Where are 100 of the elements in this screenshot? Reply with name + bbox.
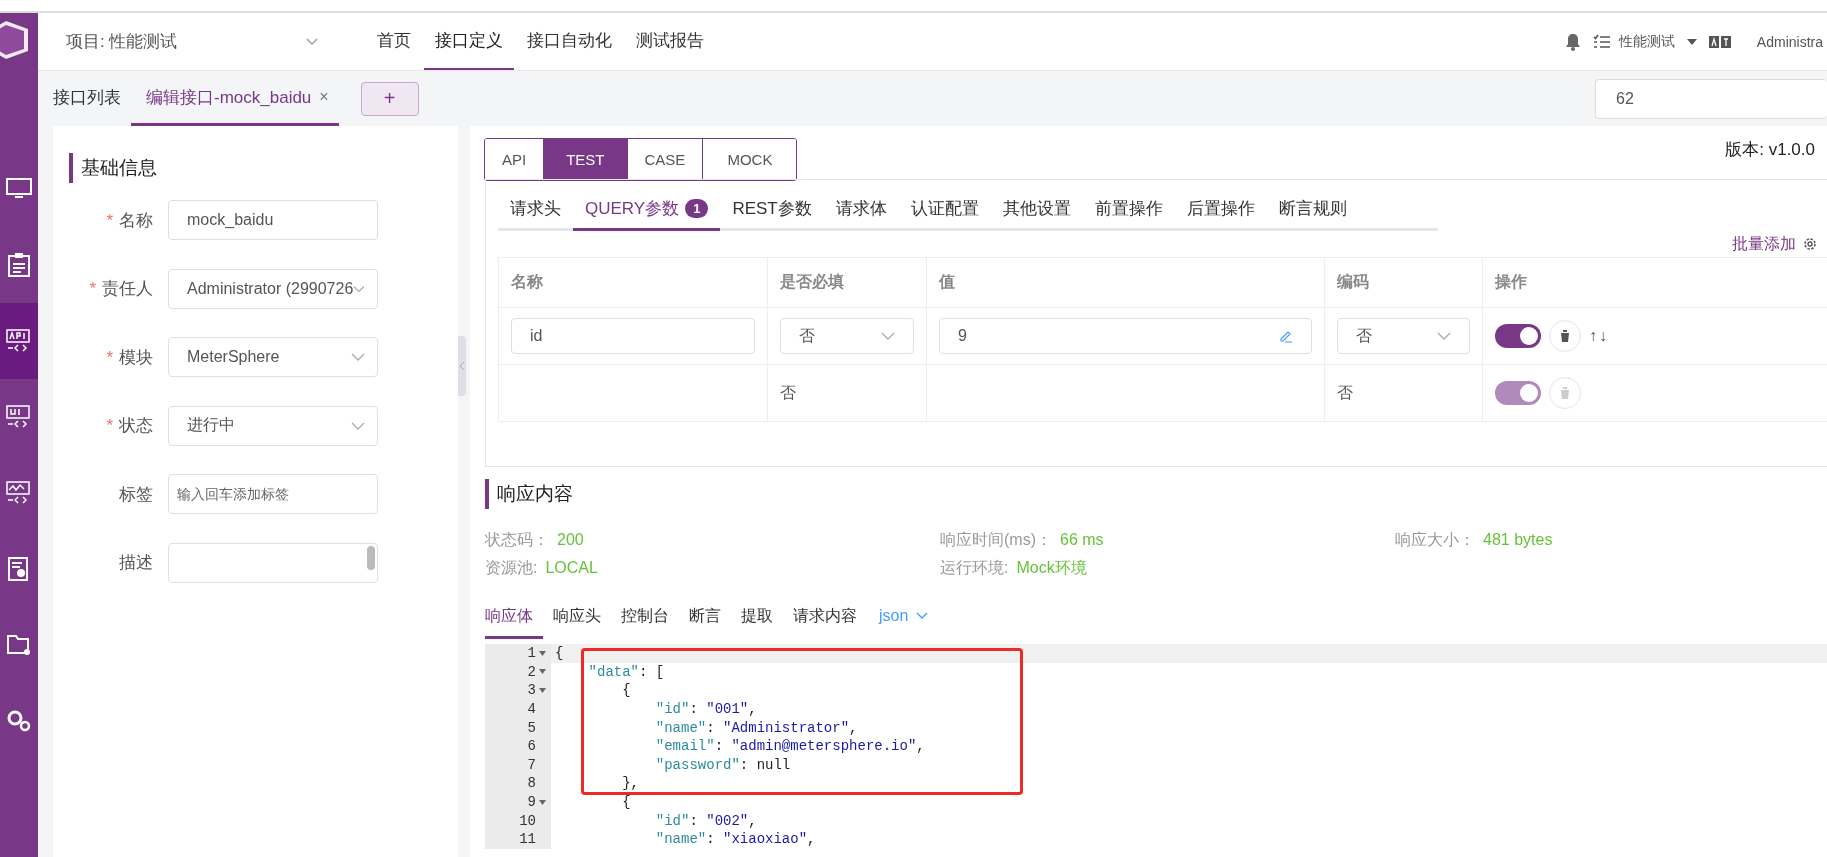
nav-tab[interactable]: 首页: [366, 13, 422, 70]
code-line: "data": [: [587, 663, 665, 680]
code-line: {: [621, 794, 631, 811]
field-label: 责任人: [102, 279, 153, 299]
code-line: "id": "001",: [654, 701, 757, 718]
response-tab[interactable]: 提取: [731, 596, 783, 639]
translate-icon[interactable]: [1708, 35, 1731, 48]
stat-label: 响应大小：: [1395, 531, 1475, 548]
move-arrows[interactable]: ↑↓: [1589, 327, 1609, 345]
gears-icon: [6, 709, 32, 733]
line-number: 4: [527, 701, 536, 718]
stat-value: LOCAL: [545, 559, 598, 576]
chevron-down-icon: [916, 612, 929, 620]
chevron-down-icon: [1437, 332, 1451, 340]
version-label: 版本: v1.0.0: [1725, 139, 1815, 161]
required-select[interactable]: 否: [780, 318, 914, 354]
stat-value: 200: [557, 531, 584, 548]
request-tab[interactable]: 后置操作: [1174, 188, 1267, 231]
workspace-select[interactable]: 性能测试: [1618, 32, 1675, 51]
field-label: 描述: [119, 553, 153, 573]
section-title: 响应内容: [485, 479, 1827, 509]
response-tab[interactable]: 响应体: [485, 596, 543, 639]
request-tab[interactable]: 前置操作: [1082, 188, 1175, 231]
code-line: "name": "Administrator",: [654, 719, 858, 736]
field-label: 名称: [119, 210, 153, 230]
field-label: 状态: [119, 416, 153, 436]
chevron-down-icon: [351, 421, 365, 430]
chevron-down-icon: [881, 332, 895, 340]
required-mark: *: [106, 210, 113, 230]
field-label: 模块: [119, 347, 153, 367]
sidebar-item[interactable]: [0, 303, 38, 379]
chevron-down-icon: [353, 284, 365, 293]
fold-icon[interactable]: [539, 669, 546, 675]
code-line: "id": "002",: [654, 812, 757, 829]
line-number: 10: [519, 812, 536, 829]
code-line: {: [621, 682, 631, 699]
code-line: },: [621, 775, 639, 792]
text-field[interactable]: 输入回车添加标签: [168, 474, 378, 515]
user-name[interactable]: Administra: [1756, 33, 1823, 50]
bell-icon[interactable]: [1564, 32, 1581, 51]
search-field[interactable]: 62: [1595, 78, 1827, 119]
fold-icon[interactable]: [539, 650, 546, 656]
value-field[interactable]: 9: [939, 318, 1312, 354]
textarea-field[interactable]: [168, 542, 378, 583]
select-field[interactable]: MeterSphere: [168, 337, 378, 378]
table-cell-text: 否: [780, 382, 796, 403]
response-tab[interactable]: 请求内容: [783, 596, 867, 639]
line-number: 6: [527, 738, 536, 755]
add-tab-button[interactable]: +: [360, 81, 419, 116]
request-tab[interactable]: 其他设置: [990, 188, 1083, 231]
table-cell-text: 否: [1337, 382, 1353, 403]
folder-gear-icon: [6, 633, 32, 657]
stat-value: 481 bytes: [1483, 531, 1553, 548]
required-mark: *: [106, 347, 113, 367]
api-code-icon: [6, 328, 32, 354]
checklist-icon[interactable]: [1592, 33, 1611, 50]
code-line: {: [554, 645, 564, 662]
encode-select[interactable]: 否: [1337, 318, 1470, 354]
request-tab[interactable]: 请求体: [823, 188, 899, 231]
stat-label: 资源池:: [485, 559, 538, 576]
request-tab[interactable]: QUERY参数 1: [573, 188, 721, 231]
request-tab[interactable]: 请求头: [498, 188, 573, 231]
mode-tab[interactable]: API: [485, 139, 545, 180]
mode-tab[interactable]: TEST: [544, 139, 628, 180]
line-number: 11: [519, 831, 536, 848]
trash-icon: [1560, 387, 1570, 399]
project-select[interactable]: 项目: 性能测试: [66, 30, 318, 53]
response-tab[interactable]: 断言: [679, 596, 731, 639]
fold-icon[interactable]: [539, 688, 546, 693]
name-field[interactable]: id: [511, 318, 755, 354]
request-tab[interactable]: REST参数: [720, 188, 824, 231]
clipboard-icon: [7, 252, 31, 278]
settings-icon[interactable]: [1803, 237, 1817, 251]
request-tab[interactable]: 断言规则: [1266, 188, 1359, 231]
stat-label: 状态码：: [485, 531, 549, 548]
text-field[interactable]: mock_baidu: [168, 200, 378, 241]
required-mark: *: [89, 279, 96, 299]
toggle-switch[interactable]: [1495, 324, 1541, 348]
nav-tab[interactable]: 测试报告: [625, 13, 715, 70]
line-number: 1: [527, 645, 536, 662]
line-number: 5: [527, 719, 536, 736]
select-field[interactable]: Administrator (2990726: [168, 268, 378, 309]
line-number: 3: [527, 682, 536, 699]
batch-add-link[interactable]: 批量添加: [1732, 233, 1796, 255]
field-label: 标签: [119, 484, 153, 504]
fold-icon[interactable]: [539, 799, 546, 805]
editor-tab[interactable]: 接口列表: [38, 71, 131, 126]
close-icon[interactable]: ×: [319, 88, 329, 106]
nav-tab[interactable]: 接口自动化: [516, 13, 623, 70]
stat-label: 运行环境:: [940, 559, 1009, 576]
response-tab[interactable]: 响应头: [543, 596, 611, 639]
chevron-down-icon: [351, 353, 365, 362]
pencil-icon[interactable]: [1279, 329, 1293, 343]
monitor-icon: [6, 178, 32, 200]
collapse-handle[interactable]: [458, 336, 466, 396]
response-tab[interactable]: 控制台: [611, 596, 679, 639]
select-field[interactable]: 进行中: [168, 405, 378, 446]
request-tab[interactable]: 认证配置: [898, 188, 991, 231]
required-mark: *: [106, 416, 113, 436]
chevron-down-icon: [306, 37, 318, 46]
